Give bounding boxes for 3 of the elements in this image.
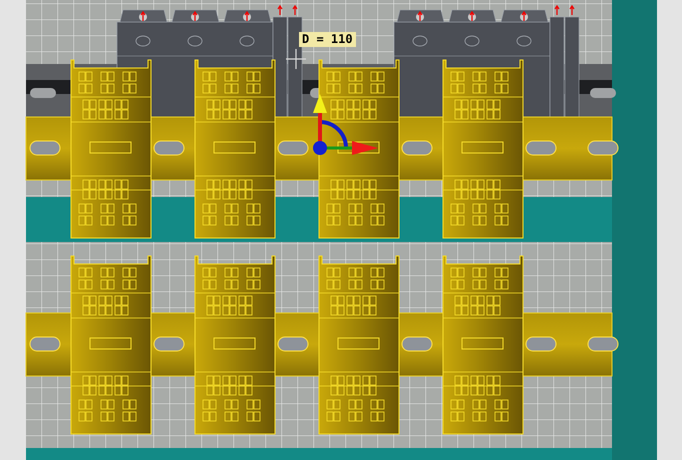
crosshair-cursor-icon [285, 48, 307, 70]
dimension-label: D = 110 [299, 32, 356, 47]
axis-gizmo-drawing [313, 94, 378, 155]
